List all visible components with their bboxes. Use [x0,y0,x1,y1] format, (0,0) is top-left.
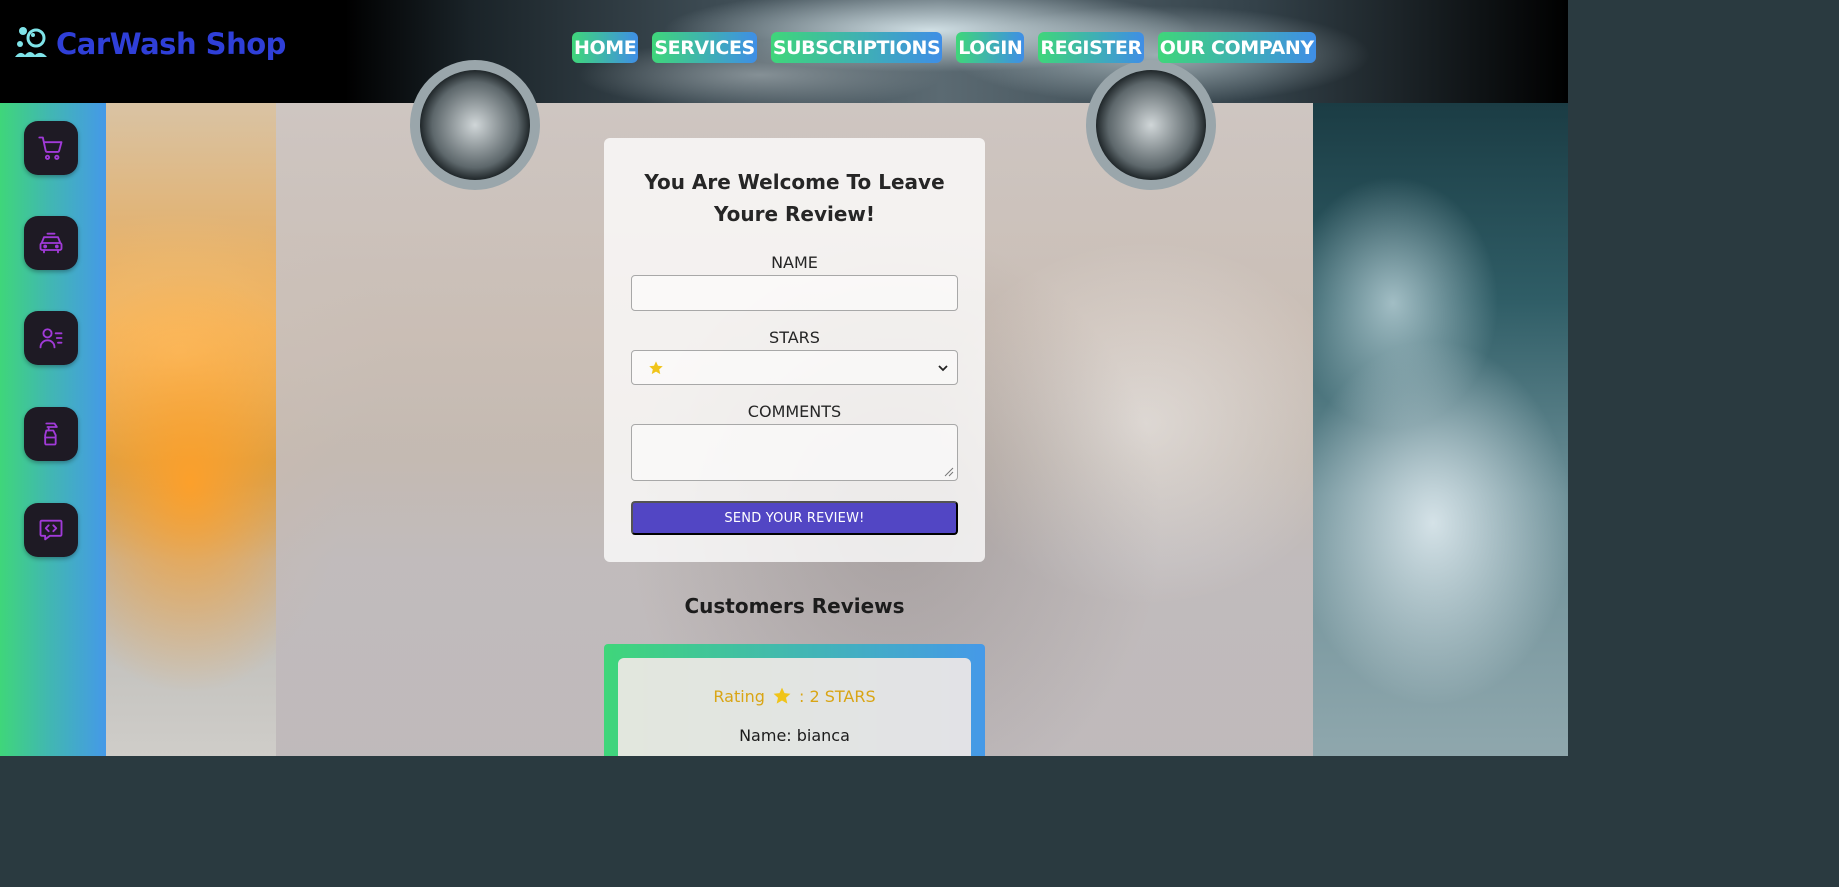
spray-bottle-icon [44,422,58,446]
nav-services[interactable]: SERVICES [652,32,757,63]
site-header: CarWash Shop HOME SERVICES SUBSCRIPTIONS… [0,0,1568,190]
bubbles-logo-icon [15,27,47,57]
car-icon [39,232,63,254]
review-author: Name: bianca [739,726,850,745]
comments-textarea[interactable] [631,424,958,481]
name-input[interactable] [631,275,958,311]
reviews-heading: Customers Reviews [684,594,905,618]
main-nav: HOME SERVICES SUBSCRIPTIONS LOGIN REGIST… [572,32,1330,63]
brand-logo[interactable]: CarWash Shop [14,24,286,64]
form-title-line2: Youre Review! [713,202,876,226]
review-form-card: You Are Welcome To Leave Youre Review! N… [604,138,985,562]
background-water-spray [1313,103,1568,756]
resize-grip-icon [944,467,954,477]
sidebar-products-button[interactable] [24,407,78,461]
send-review-button[interactable]: SEND YOUR REVIEW! [631,501,958,535]
star-icon [773,687,791,704]
code-message-icon [39,519,63,541]
brand-name: CarWash Shop [56,27,286,61]
name-label: NAME [771,253,818,272]
comments-label: COMMENTS [747,402,842,421]
stars-select[interactable] [631,350,958,385]
stars-label: STARS [769,328,820,347]
nav-our-company[interactable]: OUR COMPANY [1157,32,1316,63]
rating-prefix: Rating [713,686,765,706]
user-list-icon [39,328,63,349]
nav-register[interactable]: REGISTER [1038,32,1144,63]
car-wheel-decoration [1086,60,1216,190]
car-wheel-decoration [410,60,540,190]
nav-subscriptions[interactable]: SUBSCRIPTIONS [770,32,943,63]
sidebar-users-button[interactable] [24,311,78,365]
sidebar [0,103,106,756]
form-title-line1: You Are Welcome To Leave [644,170,945,194]
review-rating: Rating : 2 STARS [618,686,971,706]
cart-icon [38,136,63,160]
nav-home[interactable]: HOME [572,32,639,63]
nav-login[interactable]: LOGIN [956,32,1025,63]
sidebar-cart-button[interactable] [24,121,78,175]
review-card: Rating : 2 STARS Name: bianca [618,658,971,756]
rating-value: : 2 STARS [798,686,876,706]
sidebar-car-button[interactable] [24,216,78,270]
chevron-down-icon [938,365,948,372]
star-icon [649,361,663,375]
form-title: You Are Welcome To Leave Youre Review! [634,166,955,230]
sidebar-messages-button[interactable] [24,503,78,557]
